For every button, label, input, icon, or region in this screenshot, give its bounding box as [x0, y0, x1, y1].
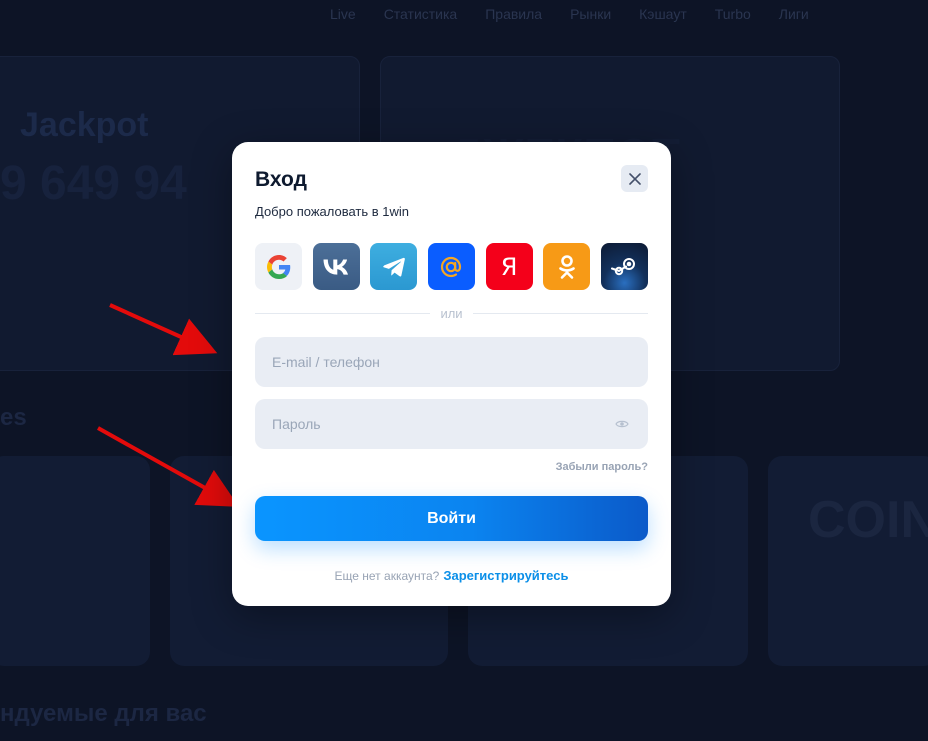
nav-item[interactable]: Правила: [485, 6, 542, 22]
eye-icon[interactable]: [615, 417, 629, 431]
nav-item[interactable]: Статистика: [384, 6, 458, 22]
no-account-text: Еще нет аккаунта?: [334, 569, 440, 583]
google-icon: [266, 254, 290, 279]
modal-subtitle: Добро пожаловать в 1win: [255, 204, 410, 219]
section-title: es: [0, 404, 27, 431]
steam-login-button[interactable]: [600, 243, 648, 290]
nav-item[interactable]: Turbo: [715, 6, 751, 22]
vk-icon: [323, 259, 349, 275]
telegram-login-button[interactable]: [370, 243, 418, 290]
steam-icon: [611, 257, 636, 275]
vk-login-button[interactable]: [312, 243, 360, 290]
odnoklassniki-icon: [558, 254, 575, 279]
nav-item[interactable]: Рынки: [570, 6, 611, 22]
jackpot-title: Jackpot: [20, 106, 149, 144]
social-login-row: Я: [255, 243, 648, 290]
google-login-button[interactable]: [255, 243, 302, 290]
nav-item[interactable]: Live: [330, 6, 356, 22]
section-title-recommended: ндуемые для вас: [0, 700, 207, 727]
register-row: Еще нет аккаунта? Зарегистрируйтесь: [232, 568, 671, 583]
close-button[interactable]: [621, 165, 648, 192]
yandex-login-button[interactable]: Я: [485, 243, 533, 290]
login-button[interactable]: Войти: [255, 496, 648, 541]
game-card[interactable]: [768, 456, 928, 666]
game-card-title: COIN: [808, 491, 928, 549]
or-divider: или: [255, 306, 649, 321]
yandex-icon: Я: [500, 252, 518, 281]
divider-label: или: [440, 306, 463, 321]
forgot-password-link[interactable]: Забыли пароль?: [556, 461, 648, 473]
login-modal: Вход Добро пожаловать в 1win Я или E-mai…: [232, 142, 671, 606]
game-card[interactable]: [0, 456, 150, 666]
close-icon: [628, 172, 641, 185]
telegram-icon: [383, 257, 405, 277]
password-input[interactable]: [255, 399, 648, 449]
odnoklassniki-login-button[interactable]: [543, 243, 591, 290]
divider-line: [255, 313, 431, 314]
register-link[interactable]: Зарегистрируйтесь: [443, 568, 568, 583]
modal-title: Вход: [255, 168, 307, 191]
jackpot-value: 9 649 94: [0, 157, 187, 210]
mail-ru-login-button[interactable]: [427, 243, 475, 290]
nav-item[interactable]: Кэшаут: [639, 6, 687, 22]
mail-ru-icon: [441, 256, 462, 277]
nav-item[interactable]: Лиги: [779, 6, 809, 22]
top-nav: Live Статистика Правила Рынки Кэшаут Tur…: [0, 0, 928, 28]
divider-line: [472, 313, 649, 314]
email-phone-input[interactable]: [255, 337, 648, 387]
